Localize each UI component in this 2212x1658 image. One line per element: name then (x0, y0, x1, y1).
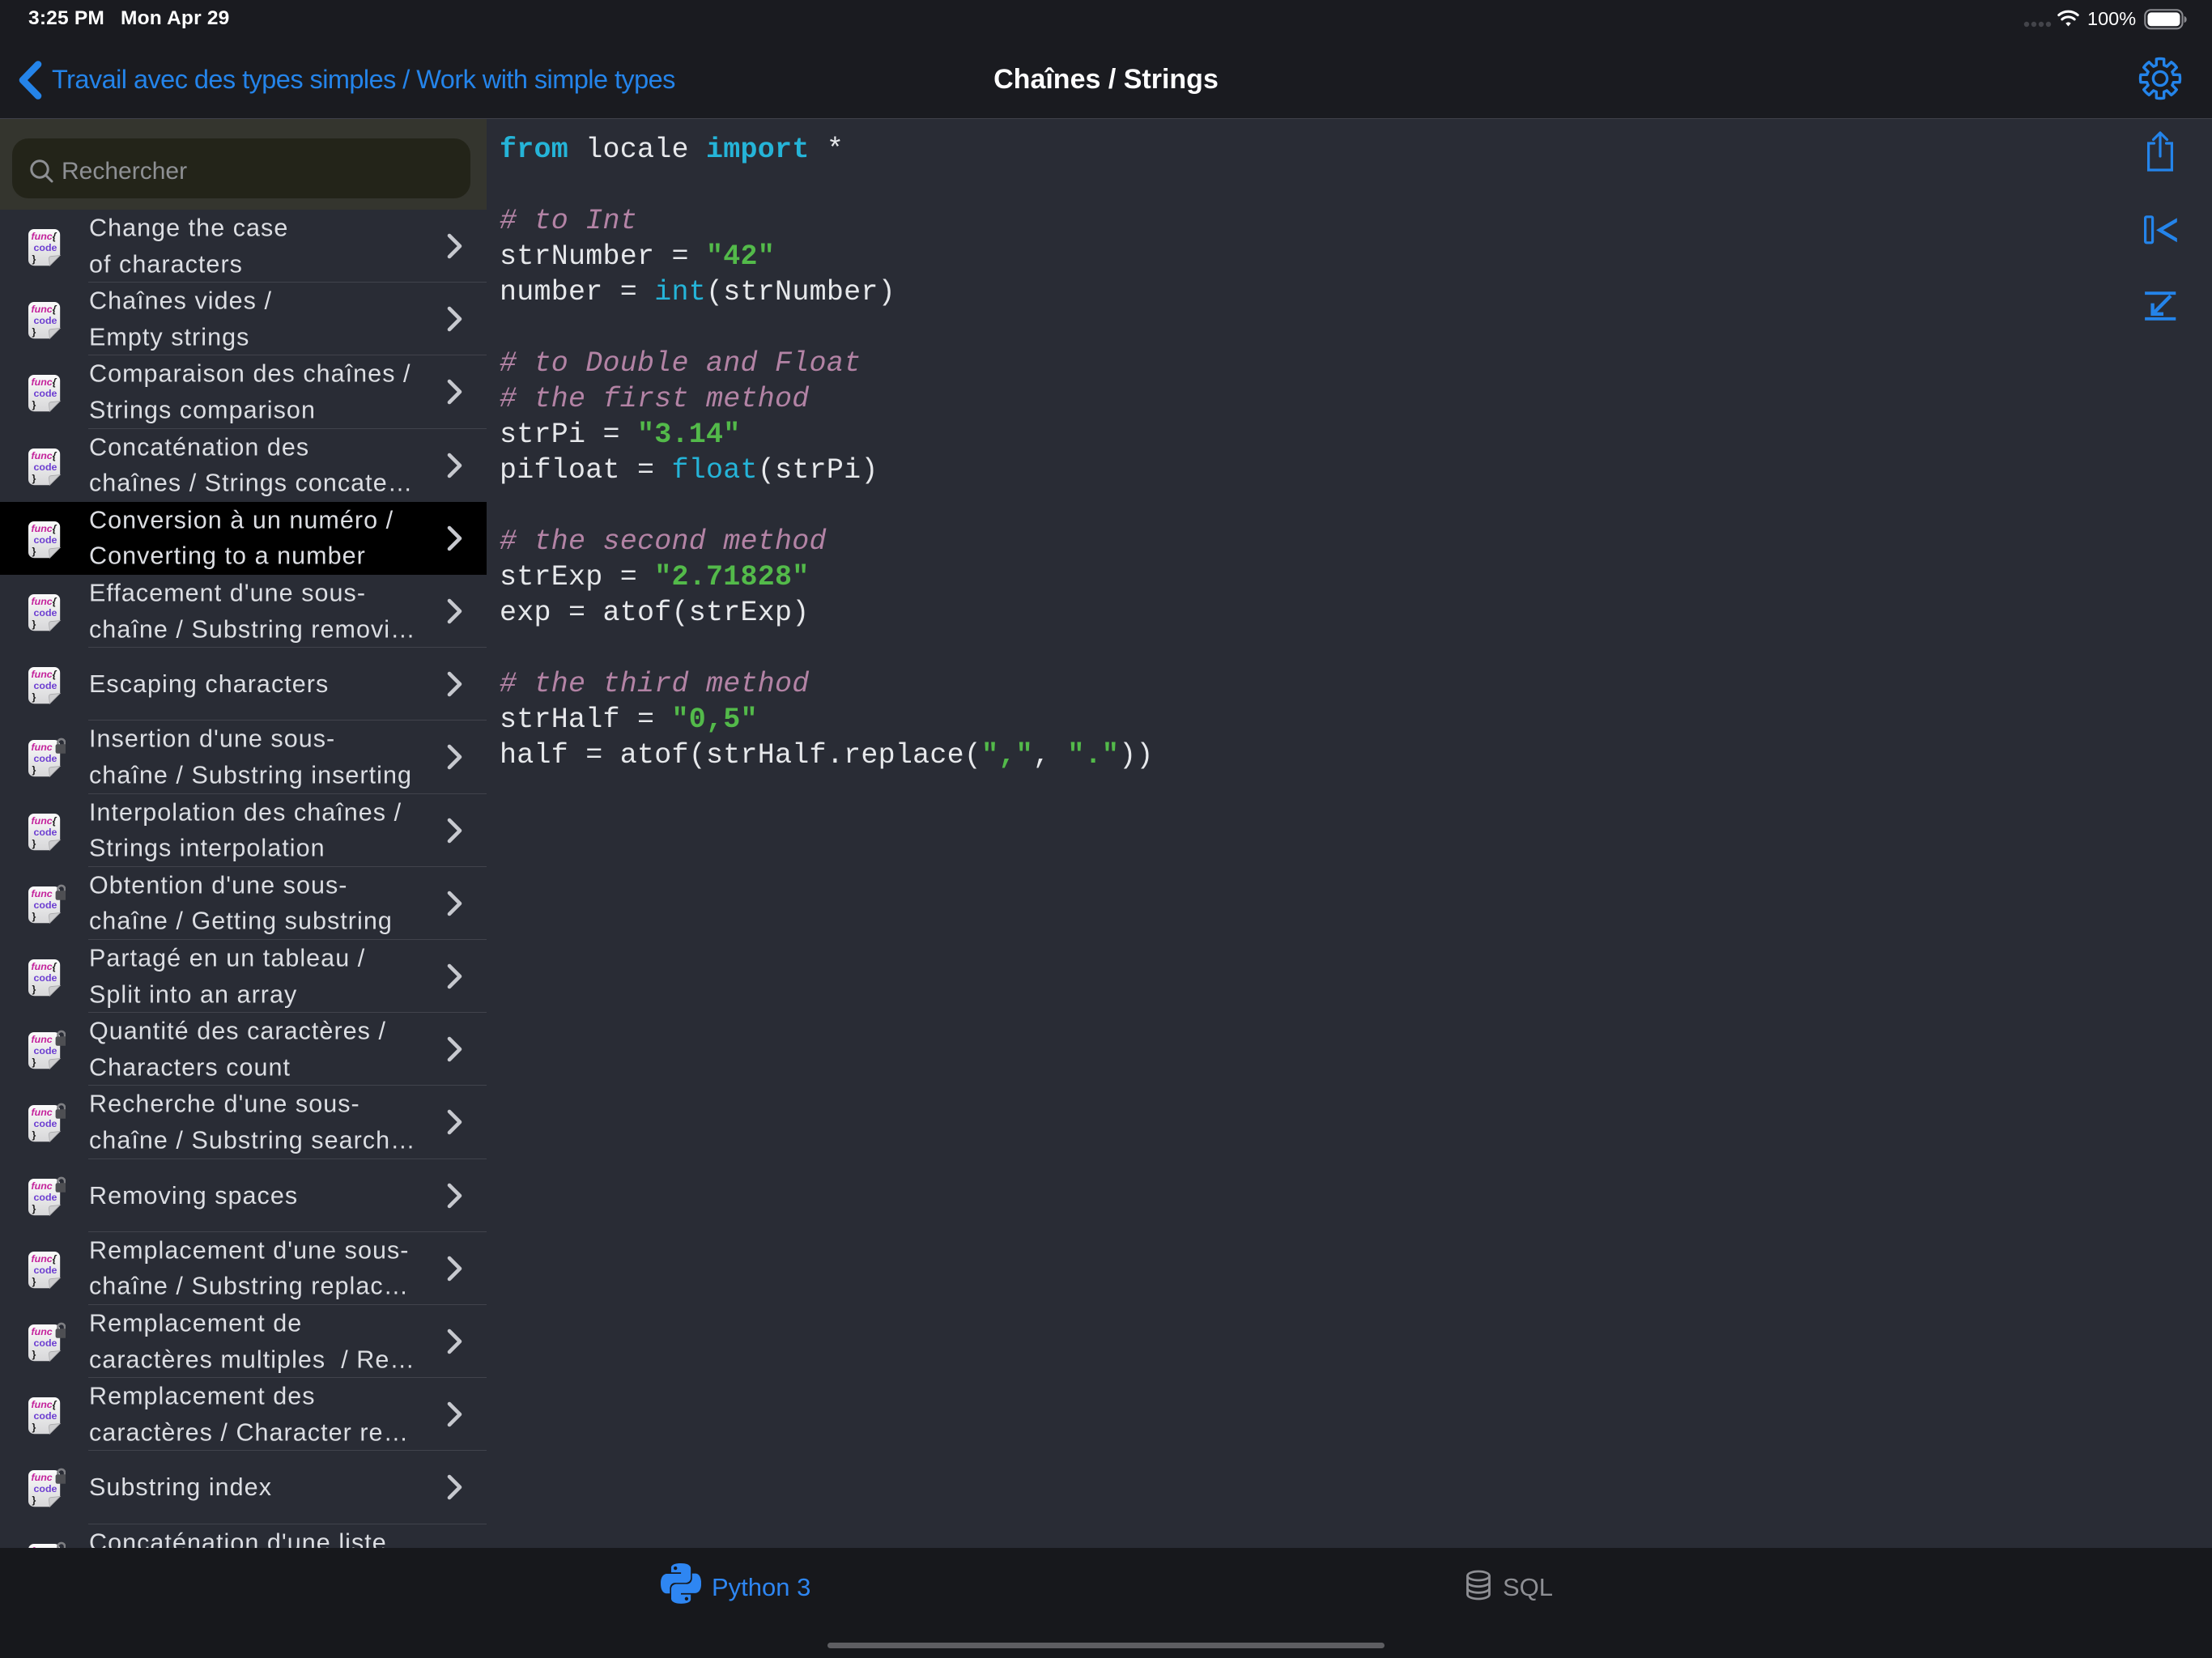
svg-text:func: func (32, 1326, 53, 1337)
svg-text:func: func (32, 1107, 53, 1118)
svg-text:code: code (34, 389, 57, 400)
svg-text:}: } (32, 546, 36, 557)
svg-text:code: code (34, 899, 57, 911)
svg-text:func: func (32, 1034, 53, 1045)
svg-text:code: code (34, 1337, 57, 1349)
svg-text:}: } (32, 1494, 36, 1506)
svg-text:func: func (32, 1472, 53, 1483)
svg-text:func{: func{ (32, 1399, 57, 1410)
svg-text:func{: func{ (32, 669, 57, 680)
svg-text:}: } (32, 1349, 36, 1360)
svg-text:code: code (34, 754, 57, 765)
svg-text:code: code (34, 315, 57, 326)
svg-text:}: } (32, 1276, 36, 1287)
svg-text:func: func (32, 888, 53, 899)
svg-text:code: code (34, 607, 57, 619)
svg-text:func{: func{ (32, 450, 57, 461)
svg-text:}: } (32, 984, 36, 995)
svg-text:code: code (34, 1410, 57, 1422)
svg-text:}: } (32, 1203, 36, 1214)
svg-text:}: } (32, 399, 36, 410)
svg-text:}: } (32, 1422, 36, 1433)
svg-text:code: code (34, 680, 57, 691)
svg-text:code: code (34, 1484, 57, 1495)
svg-text:func{: func{ (32, 1253, 57, 1265)
svg-text:func{: func{ (32, 596, 57, 607)
svg-text:}: } (32, 1056, 36, 1068)
svg-text:code: code (34, 534, 57, 546)
svg-text:func: func (32, 1180, 53, 1192)
svg-text:code: code (34, 1192, 57, 1203)
svg-text:func{: func{ (32, 815, 57, 827)
svg-text:code: code (34, 461, 57, 473)
svg-text:func{: func{ (32, 231, 57, 242)
svg-text:func{: func{ (32, 304, 57, 315)
svg-text:func{: func{ (32, 376, 57, 388)
svg-text:}: } (32, 473, 36, 484)
svg-text:code: code (34, 827, 57, 838)
svg-text:}: } (32, 911, 36, 922)
svg-text:code: code (34, 1045, 57, 1056)
svg-text:code: code (34, 1265, 57, 1276)
svg-text:}: } (32, 691, 36, 703)
svg-text:}: } (32, 838, 36, 849)
svg-text:func{: func{ (32, 523, 57, 534)
svg-text:}: } (32, 253, 36, 265)
svg-text:}: } (32, 619, 36, 630)
svg-text:code: code (34, 1119, 57, 1130)
svg-text:func{: func{ (32, 961, 57, 972)
svg-text:code: code (34, 972, 57, 984)
svg-text:}: } (32, 326, 36, 338)
svg-text:}: } (32, 1129, 36, 1141)
svg-text:func: func (32, 742, 53, 753)
svg-text:}: } (32, 764, 36, 776)
svg-text:code: code (34, 242, 57, 253)
